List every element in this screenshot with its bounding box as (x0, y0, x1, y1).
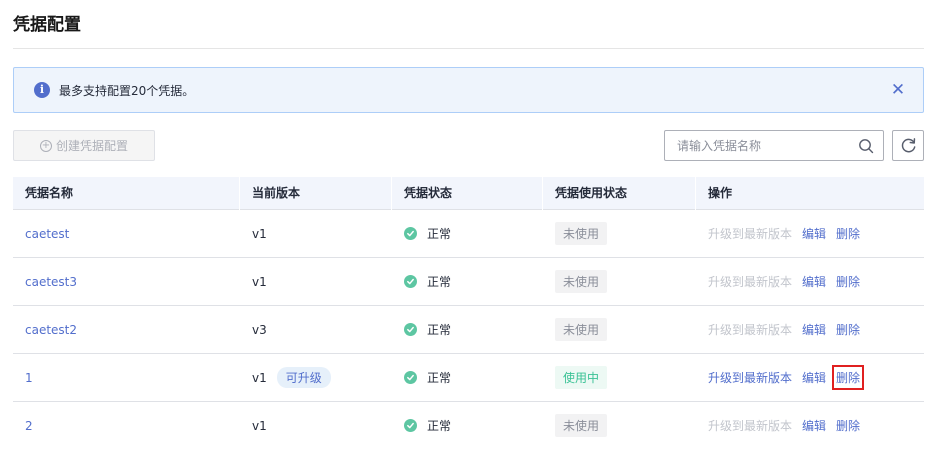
version-cell: v3 (240, 306, 392, 353)
check-circle-icon (404, 419, 417, 432)
usage-tag: 未使用 (555, 222, 608, 245)
status-cell: 正常 (392, 210, 543, 257)
check-circle-icon (404, 323, 417, 336)
usage-cell: 未使用 (543, 258, 696, 305)
column-header-actions: 操作 (708, 185, 733, 200)
actions-cell: 升级到最新版本 编辑 删除 (696, 402, 924, 449)
usage-tag: 未使用 (555, 318, 608, 341)
usage-tag: 未使用 (555, 270, 608, 293)
credential-name-link[interactable]: caetest2 (25, 323, 77, 337)
info-alert: i 最多支持配置20个凭据。 ✕ (13, 67, 924, 113)
edit-link[interactable]: 编辑 (802, 369, 826, 386)
column-header-name: 凭据名称 (13, 176, 240, 210)
status-text: 正常 (427, 275, 452, 289)
close-icon[interactable]: ✕ (889, 81, 907, 99)
credential-table: 凭据名称 当前版本 凭据状态 凭据使用状态 操作 caetest v1 正常 未… (13, 176, 924, 449)
version-cell: v1 (240, 210, 392, 257)
name-cell: 2 (13, 402, 240, 449)
status-text: 正常 (427, 323, 452, 337)
edit-link[interactable]: 编辑 (802, 273, 826, 290)
check-circle-icon (404, 227, 417, 240)
status-cell: 正常 (392, 306, 543, 353)
name-cell: caetest (13, 210, 240, 257)
search-icon[interactable] (858, 138, 874, 154)
table-header: 凭据名称 当前版本 凭据状态 凭据使用状态 操作 (13, 176, 924, 210)
delete-link[interactable]: 删除 (836, 321, 860, 338)
usage-cell: 未使用 (543, 306, 696, 353)
usage-cell: 使用中 (543, 354, 696, 401)
status-text: 正常 (427, 371, 452, 385)
info-alert-text: 最多支持配置20个凭据。 (59, 84, 195, 98)
status-text: 正常 (427, 419, 452, 433)
actions-cell: 升级到最新版本 编辑 删除 (696, 210, 924, 257)
version-text: v1 (252, 226, 267, 241)
status-cell: 正常 (392, 258, 543, 305)
plus-circle-icon: + (39, 139, 52, 152)
table-row: caetest3 v1 正常 未使用 升级到最新版本 编辑 删除 (13, 258, 924, 306)
name-cell: caetest3 (13, 258, 240, 305)
usage-cell: 未使用 (543, 210, 696, 257)
upgrade-link: 升级到最新版本 (708, 419, 793, 433)
version-text: v1 (252, 418, 267, 433)
status-text: 正常 (427, 227, 452, 241)
status-cell: 正常 (392, 354, 543, 401)
delete-link[interactable]: 删除 (836, 225, 860, 242)
create-credential-label: 创建凭据配置 (55, 139, 128, 153)
search-box (664, 130, 884, 161)
create-credential-button[interactable]: + 创建凭据配置 (13, 130, 155, 161)
edit-link[interactable]: 编辑 (802, 225, 826, 242)
version-cell: v1 可升级 (240, 354, 392, 401)
check-circle-icon (404, 371, 417, 384)
column-header-status: 凭据状态 (392, 176, 543, 210)
version-cell: v1 (240, 258, 392, 305)
table-row: 2 v1 正常 未使用 升级到最新版本 编辑 删除 (13, 402, 924, 449)
title-divider (13, 48, 924, 49)
delete-link[interactable]: 删除 (836, 273, 860, 290)
refresh-button[interactable] (892, 130, 924, 161)
usage-tag: 未使用 (555, 414, 608, 437)
credential-name-link[interactable]: 1 (25, 371, 33, 385)
actions-cell: 升级到最新版本 编辑 删除 (696, 354, 924, 401)
delete-link[interactable]: 删除 (836, 417, 860, 434)
delete-link[interactable]: 删除 (832, 365, 865, 390)
upgrade-link: 升级到最新版本 (708, 323, 793, 337)
actions-cell: 升级到最新版本 编辑 删除 (696, 306, 924, 353)
column-header-version: 当前版本 (240, 176, 392, 210)
version-text: v1 (252, 274, 267, 289)
column-header-usage: 凭据使用状态 (543, 176, 696, 210)
upgrade-link: 升级到最新版本 (708, 227, 793, 241)
table-row: caetest2 v3 正常 未使用 升级到最新版本 编辑 删除 (13, 306, 924, 354)
upgradable-badge: 可升级 (276, 367, 331, 388)
search-input[interactable] (665, 131, 851, 160)
status-cell: 正常 (392, 402, 543, 449)
usage-cell: 未使用 (543, 402, 696, 449)
edit-link[interactable]: 编辑 (802, 417, 826, 434)
table-row: caetest v1 正常 未使用 升级到最新版本 编辑 删除 (13, 210, 924, 258)
version-cell: v1 (240, 402, 392, 449)
actions-cell: 升级到最新版本 编辑 删除 (696, 258, 924, 305)
check-circle-icon (404, 275, 417, 288)
edit-link[interactable]: 编辑 (802, 321, 826, 338)
table-row: 1 v1 可升级 正常 使用中 升级到最新版本 编辑 删除 (13, 354, 924, 402)
usage-tag: 使用中 (555, 366, 608, 389)
credential-name-link[interactable]: caetest (25, 227, 69, 241)
page-title: 凭据配置 (13, 15, 81, 35)
version-text: v3 (252, 322, 267, 337)
refresh-icon (901, 138, 915, 153)
upgrade-link: 升级到最新版本 (708, 275, 793, 289)
upgrade-link[interactable]: 升级到最新版本 (708, 369, 792, 386)
name-cell: 1 (13, 354, 240, 401)
info-icon: i (34, 82, 50, 98)
version-text: v1 (252, 370, 267, 385)
credential-name-link[interactable]: 2 (25, 419, 33, 433)
name-cell: caetest2 (13, 306, 240, 353)
credential-name-link[interactable]: caetest3 (25, 275, 77, 289)
